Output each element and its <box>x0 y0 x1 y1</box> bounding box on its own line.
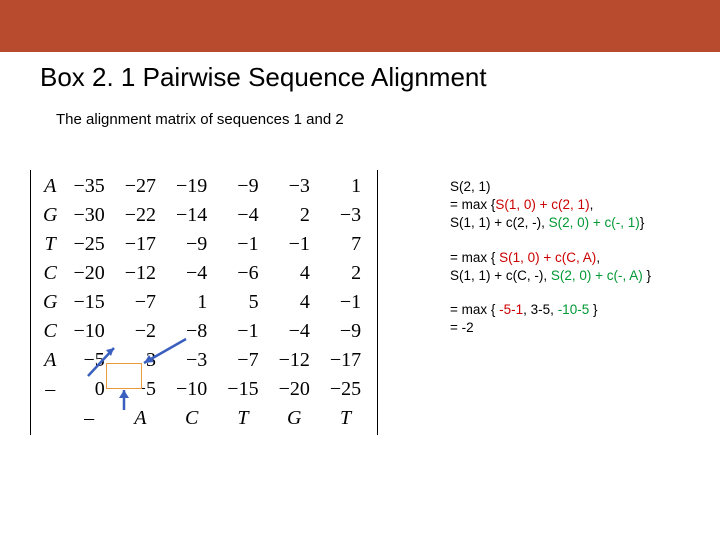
matrix-cell: 4 <box>269 259 320 288</box>
matrix-container: A−35−27−19−9−31G−30−22−14−42−3T−25−17−9−… <box>30 170 440 440</box>
matrix-cell: −10 <box>166 375 217 404</box>
row-label: A <box>37 346 63 375</box>
matrix-cell: −8 <box>166 317 217 346</box>
formula-line: S(1, 1) + c(2, -), S(2, 0) + c(-, 1)} <box>450 214 700 232</box>
formula-line: = max { -5-1, 3-5, -10-5 } <box>450 301 700 319</box>
matrix-cell: 2 <box>269 201 320 230</box>
row-label: A <box>37 172 63 201</box>
text-red: S(1, 0) + c(C, A) <box>499 250 596 265</box>
formula-block-2: = max { S(1, 0) + c(C, A), S(1, 1) + c(C… <box>450 249 700 285</box>
matrix-cell: −1 <box>217 317 268 346</box>
text-green: -10-5 <box>558 302 590 317</box>
matrix-cell: −17 <box>320 346 371 375</box>
text: = max { <box>450 250 499 265</box>
col-label: C <box>166 404 217 433</box>
matrix-cell: −4 <box>269 317 320 346</box>
matrix-cell: 4 <box>269 288 320 317</box>
matrix-cell: 0 <box>63 375 114 404</box>
text: = max { <box>450 302 499 317</box>
matrix-cell: −1 <box>269 230 320 259</box>
matrix-cell: −3 <box>166 346 217 375</box>
matrix-cell: −25 <box>320 375 371 404</box>
matrix-cell: −1 <box>217 230 268 259</box>
matrix-cell: −6 <box>217 259 268 288</box>
matrix-cell: −9 <box>217 172 268 201</box>
row-label: C <box>37 259 63 288</box>
matrix-cell: 1 <box>320 172 371 201</box>
col-label: A <box>115 404 166 433</box>
page-title: Box 2. 1 Pairwise Sequence Alignment <box>0 52 720 93</box>
matrix-cell: −17 <box>115 230 166 259</box>
matrix-cell: −4 <box>166 259 217 288</box>
text: S(1, 1) + c(C, -), <box>450 268 551 283</box>
matrix-cell: −4 <box>217 201 268 230</box>
matrix-cell: −5 <box>63 346 114 375</box>
matrix-cell: 7 <box>320 230 371 259</box>
text-green: S(2, 0) + c(-, A) <box>551 268 643 283</box>
accent-bar <box>0 0 720 52</box>
text: } <box>589 302 597 317</box>
text: S(1, 1) + c(2, -), <box>450 215 549 230</box>
matrix-cell: −3 <box>269 172 320 201</box>
row-label: G <box>37 288 63 317</box>
matrix-cell: −7 <box>217 346 268 375</box>
matrix-cell: −19 <box>166 172 217 201</box>
matrix-cell: 1 <box>166 288 217 317</box>
formula-line: S(1, 1) + c(C, -), S(2, 0) + c(-, A) } <box>450 267 700 285</box>
matrix-cell: −5 <box>115 375 166 404</box>
matrix-cell: −25 <box>63 230 114 259</box>
text: , <box>590 197 594 212</box>
formula-line: = max {S(1, 0) + c(2, 1), <box>450 196 700 214</box>
formula-panel: S(2, 1) = max {S(1, 0) + c(2, 1), S(1, 1… <box>450 178 700 354</box>
formula-block-1: S(2, 1) = max {S(1, 0) + c(2, 1), S(1, 1… <box>450 178 700 233</box>
row-label: – <box>37 375 63 404</box>
matrix-cell: −9 <box>166 230 217 259</box>
matrix-cell: −35 <box>63 172 114 201</box>
text-green: S(2, 0) + c(-, 1) <box>549 215 640 230</box>
text: } <box>640 215 645 230</box>
matrix-cell: 5 <box>217 288 268 317</box>
col-label: T <box>217 404 268 433</box>
text-red: S(1, 0) + c(2, 1) <box>495 197 589 212</box>
matrix-cell: −15 <box>217 375 268 404</box>
matrix-cell: −30 <box>63 201 114 230</box>
matrix-cell: −27 <box>115 172 166 201</box>
formula-line: = -2 <box>450 319 700 337</box>
matrix-cell: −22 <box>115 201 166 230</box>
col-label: G <box>269 404 320 433</box>
col-label: T <box>320 404 371 433</box>
col-label: – <box>63 404 114 433</box>
text: , <box>596 250 600 265</box>
matrix-cell: −14 <box>166 201 217 230</box>
matrix-cell: −9 <box>320 317 371 346</box>
text: } <box>643 268 651 283</box>
row-label <box>37 404 63 433</box>
matrix-cell: −7 <box>115 288 166 317</box>
text: , 3-5, <box>523 302 558 317</box>
matrix-cell: 3 <box>115 346 166 375</box>
matrix-cell: −12 <box>115 259 166 288</box>
matrix-cell: −1 <box>320 288 371 317</box>
matrix-cell: −10 <box>63 317 114 346</box>
page-subtitle: The alignment matrix of sequences 1 and … <box>0 93 720 128</box>
matrix-cell: −20 <box>63 259 114 288</box>
row-label: G <box>37 201 63 230</box>
matrix-cell: 2 <box>320 259 371 288</box>
matrix-cell: −15 <box>63 288 114 317</box>
matrix-cell: −3 <box>320 201 371 230</box>
row-label: C <box>37 317 63 346</box>
matrix-cell: −2 <box>115 317 166 346</box>
text-red: -5-1 <box>499 302 523 317</box>
formula-line: S(2, 1) <box>450 178 700 196</box>
matrix-cell: −12 <box>269 346 320 375</box>
alignment-matrix: A−35−27−19−9−31G−30−22−14−42−3T−25−17−9−… <box>30 170 378 435</box>
matrix-cell: −20 <box>269 375 320 404</box>
formula-block-3: = max { -5-1, 3-5, -10-5 } = -2 <box>450 301 700 337</box>
formula-line: = max { S(1, 0) + c(C, A), <box>450 249 700 267</box>
row-label: T <box>37 230 63 259</box>
text: = max { <box>450 197 495 212</box>
